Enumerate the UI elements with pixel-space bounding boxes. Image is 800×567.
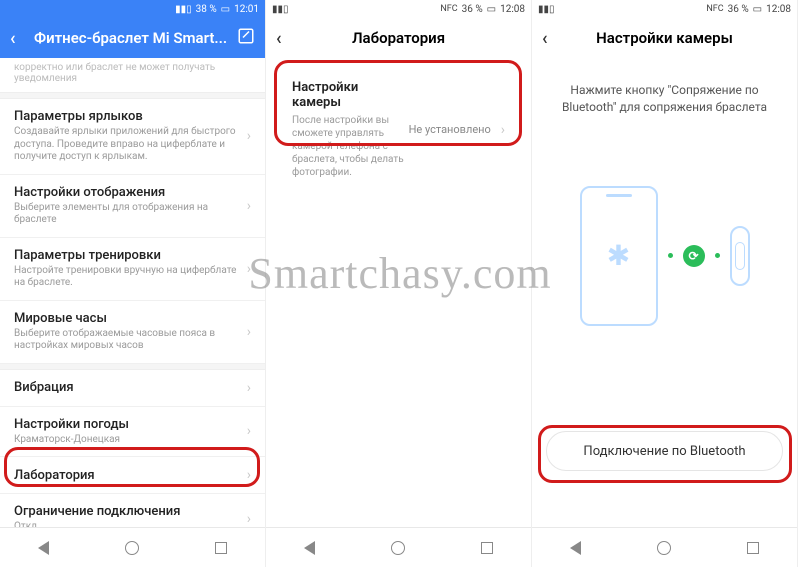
chevron-right-icon: › bbox=[247, 198, 251, 214]
item-workout[interactable]: Параметры тренировки Настройте тренировки… bbox=[0, 238, 265, 301]
item-sub: Откл bbox=[14, 521, 241, 527]
dot-icon bbox=[668, 253, 673, 258]
battery-label: 36 % bbox=[728, 4, 749, 15]
nfc-icon: NFC bbox=[440, 4, 457, 14]
item-display[interactable]: Настройки отображения Выберите элементы д… bbox=[0, 175, 265, 238]
nav-recent-icon[interactable] bbox=[215, 542, 227, 554]
item-sub: Настройте тренировки вручную на цифербла… bbox=[14, 265, 241, 290]
button-label: Подключение по Bluetooth bbox=[583, 444, 745, 459]
item-title: Параметры тренировки bbox=[14, 248, 241, 263]
cutoff-text: корректно или браслет не может получать … bbox=[0, 58, 265, 93]
battery-icon: ▭ bbox=[221, 4, 230, 15]
header: ‹ Лаборатория bbox=[266, 18, 531, 58]
battery-label: 38 % bbox=[196, 4, 217, 15]
card-value: Не установлено bbox=[409, 123, 491, 136]
nav-recent-icon[interactable] bbox=[481, 542, 493, 554]
bluetooth-icon: ✱ bbox=[607, 239, 630, 272]
header-title: Лаборатория bbox=[300, 29, 497, 47]
nfc-icon: NFC bbox=[706, 4, 723, 14]
chevron-right-icon: › bbox=[247, 128, 251, 144]
item-title: Настройки погоды bbox=[14, 417, 241, 432]
item-shortcuts[interactable]: Параметры ярлыков Создавайте ярлыки прило… bbox=[0, 99, 265, 175]
chevron-right-icon: › bbox=[501, 122, 505, 138]
back-button[interactable]: ‹ bbox=[542, 28, 566, 49]
item-title: Мировые часы bbox=[14, 311, 241, 326]
item-sub: Создавайте ярлыки приложений для быстрог… bbox=[14, 126, 241, 164]
back-button[interactable]: ‹ bbox=[276, 28, 300, 49]
clock-label: 12:08 bbox=[766, 4, 791, 15]
header-title: Настройки камеры bbox=[566, 29, 763, 47]
card-sub: После настройки вы сможете управлять кам… bbox=[292, 114, 409, 179]
item-laboratory[interactable]: Лаборатория › bbox=[0, 457, 265, 494]
header-title: Фитнес-браслет Mi Smart... bbox=[34, 29, 231, 47]
item-title: Настройки отображения bbox=[14, 185, 241, 200]
item-title: Параметры ярлыков bbox=[14, 109, 241, 124]
battery-label: 36 % bbox=[462, 4, 483, 15]
nav-recent-icon[interactable] bbox=[747, 542, 759, 554]
nav-bar bbox=[532, 527, 797, 567]
header: ‹ Настройки камеры bbox=[532, 18, 797, 58]
clock-label: 12:01 bbox=[234, 4, 259, 15]
phone-icon: ✱ bbox=[580, 186, 658, 326]
edit-icon[interactable] bbox=[231, 27, 255, 49]
camera-settings-row[interactable]: Настройки камеры После настройки вы смож… bbox=[278, 68, 519, 191]
screen-2: ▮▮▯ NFC 36 % ▭ 12:08 ‹ Лаборатория Настр… bbox=[266, 0, 532, 567]
battery-icon: ▭ bbox=[753, 4, 762, 15]
item-title: Ограничение подключения bbox=[14, 504, 241, 519]
connect-bluetooth-button[interactable]: Подключение по Bluetooth bbox=[546, 431, 783, 471]
content: корректно или браслет не может получать … bbox=[0, 58, 265, 527]
pairing-illustration: ✱ ⟳ bbox=[532, 186, 797, 326]
status-bar: ▮▮▯ NFC 36 % ▭ 12:08 bbox=[266, 0, 531, 18]
battery-icon: ▭ bbox=[487, 4, 496, 15]
item-vibration[interactable]: Вибрация › bbox=[0, 370, 265, 407]
status-bar: ▮▮▯ 38 % ▭ 12:01 bbox=[0, 0, 265, 18]
item-connection-limit[interactable]: Ограничение подключения Откл › bbox=[0, 494, 265, 527]
instruction-text: Нажмите кнопку "Сопряжение по Bluetooth"… bbox=[532, 58, 797, 126]
nav-bar bbox=[0, 527, 265, 567]
signal-icon: ▮▮▯ bbox=[175, 4, 192, 15]
card-title: Настройки камеры bbox=[292, 80, 409, 110]
item-worldclock[interactable]: Мировые часы Выберите отображаемые часовы… bbox=[0, 301, 265, 364]
screen-1: ▮▮▯ 38 % ▭ 12:01 ‹ Фитнес-браслет Mi Sma… bbox=[0, 0, 266, 567]
item-title: Лаборатория bbox=[14, 468, 241, 483]
item-sub: Выберите элементы для отображения на бра… bbox=[14, 202, 241, 227]
band-icon bbox=[730, 226, 750, 286]
chevron-right-icon: › bbox=[247, 423, 251, 439]
chevron-right-icon: › bbox=[247, 261, 251, 277]
header: ‹ Фитнес-браслет Mi Smart... bbox=[0, 18, 265, 58]
nav-home-icon[interactable] bbox=[391, 541, 405, 555]
link-icon: ⟳ bbox=[683, 245, 705, 267]
nav-back-icon[interactable] bbox=[304, 541, 315, 555]
content: Настройки камеры После настройки вы смож… bbox=[266, 58, 531, 527]
nav-home-icon[interactable] bbox=[125, 541, 139, 555]
item-sub: Краматорск-Донецкая bbox=[14, 434, 241, 447]
item-weather[interactable]: Настройки погоды Краматорск-Донецкая › bbox=[0, 407, 265, 458]
chevron-right-icon: › bbox=[247, 511, 251, 527]
chevron-right-icon: › bbox=[247, 324, 251, 340]
signal-icon: ▮▮▯ bbox=[538, 4, 555, 15]
chevron-right-icon: › bbox=[247, 467, 251, 483]
status-bar: ▮▮▯ NFC 36 % ▭ 12:08 bbox=[532, 0, 797, 18]
signal-icon: ▮▮▯ bbox=[272, 4, 289, 15]
nav-back-icon[interactable] bbox=[38, 541, 49, 555]
item-title: Вибрация bbox=[14, 380, 241, 395]
screen-3: ▮▮▯ NFC 36 % ▭ 12:08 ‹ Настройки камеры … bbox=[532, 0, 798, 567]
nav-back-icon[interactable] bbox=[570, 541, 581, 555]
nav-bar bbox=[266, 527, 531, 567]
nav-home-icon[interactable] bbox=[657, 541, 671, 555]
chevron-right-icon: › bbox=[247, 380, 251, 396]
item-sub: Выберите отображаемые часовые пояса в на… bbox=[14, 328, 241, 353]
back-button[interactable]: ‹ bbox=[10, 28, 34, 49]
clock-label: 12:08 bbox=[500, 4, 525, 15]
dot-icon bbox=[715, 253, 720, 258]
content: Нажмите кнопку "Сопряжение по Bluetooth"… bbox=[532, 58, 797, 527]
